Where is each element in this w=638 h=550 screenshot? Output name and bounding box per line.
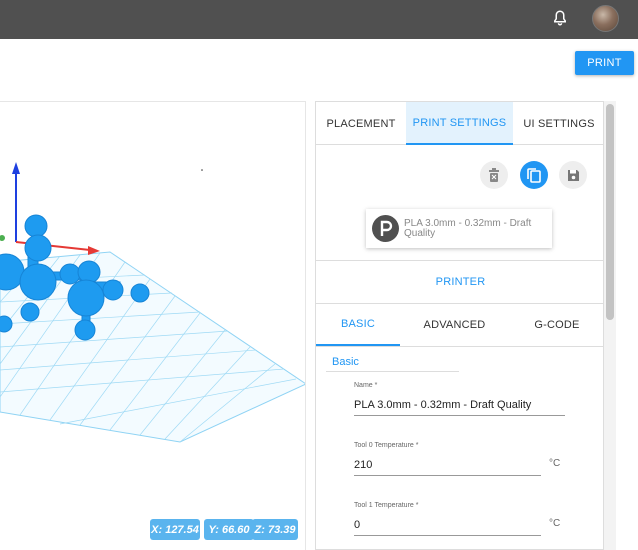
profile-card[interactable]: PLA 3.0mm - 0.32mm - Draft Quality xyxy=(366,209,552,248)
tab-print-settings[interactable]: PRINT SETTINGS xyxy=(406,102,513,145)
copy-icon xyxy=(527,167,541,183)
avatar[interactable] xyxy=(592,5,619,32)
print-button[interactable]: PRINT xyxy=(575,51,634,75)
tab-advanced[interactable]: ADVANCED xyxy=(400,304,509,346)
profile-name: PLA 3.0mm - 0.32mm - Draft Quality xyxy=(404,217,532,239)
tool1-temperature-label: Tool 1 Temperature * xyxy=(354,502,419,509)
settings-panel: PLACEMENT PRINT SETTINGS UI SETTINGS PLA… xyxy=(315,101,604,550)
bell-icon[interactable] xyxy=(551,9,569,27)
tool1-unit: °C xyxy=(549,518,561,529)
tool1-temperature-field[interactable]: 0 xyxy=(354,519,541,536)
3d-viewport[interactable] xyxy=(0,101,306,550)
tool0-unit: °C xyxy=(549,458,561,469)
save-button[interactable] xyxy=(559,161,587,189)
z-coordinate: Z: 73.39 xyxy=(252,519,298,540)
top-app-bar xyxy=(0,0,638,39)
scrollbar-thumb[interactable] xyxy=(606,104,614,320)
settings-sub-tabs: BASIC ADVANCED G-CODE xyxy=(316,304,603,346)
y-coordinate: Y: 66.60 xyxy=(204,519,254,540)
tool0-temperature-field[interactable]: 210 xyxy=(354,459,541,476)
delete-button[interactable] xyxy=(480,161,508,189)
tab-basic[interactable]: BASIC xyxy=(316,304,400,346)
divider xyxy=(316,346,603,347)
name-field[interactable]: PLA 3.0mm - 0.32mm - Draft Quality xyxy=(354,399,565,416)
section-underline xyxy=(326,371,459,372)
panel-tabs: PLACEMENT PRINT SETTINGS UI SETTINGS xyxy=(316,102,603,145)
copy-button[interactable] xyxy=(520,161,548,189)
name-label: Name * xyxy=(354,382,378,389)
save-icon xyxy=(567,169,579,181)
tool0-temperature-label: Tool 0 Temperature * xyxy=(354,442,419,449)
tab-placement[interactable]: PLACEMENT xyxy=(316,102,406,145)
profile-logo-icon xyxy=(372,215,399,242)
section-title: Basic xyxy=(332,356,359,368)
tab-g-code[interactable]: G-CODE xyxy=(509,304,603,346)
delete-icon xyxy=(489,168,499,182)
build-plate-scene xyxy=(0,162,305,443)
printer-tab[interactable]: PRINTER xyxy=(316,261,603,303)
x-coordinate: X: 127.54 xyxy=(150,519,200,540)
tab-ui-settings[interactable]: UI SETTINGS xyxy=(513,102,603,145)
panel-scrollbar[interactable] xyxy=(604,101,616,550)
